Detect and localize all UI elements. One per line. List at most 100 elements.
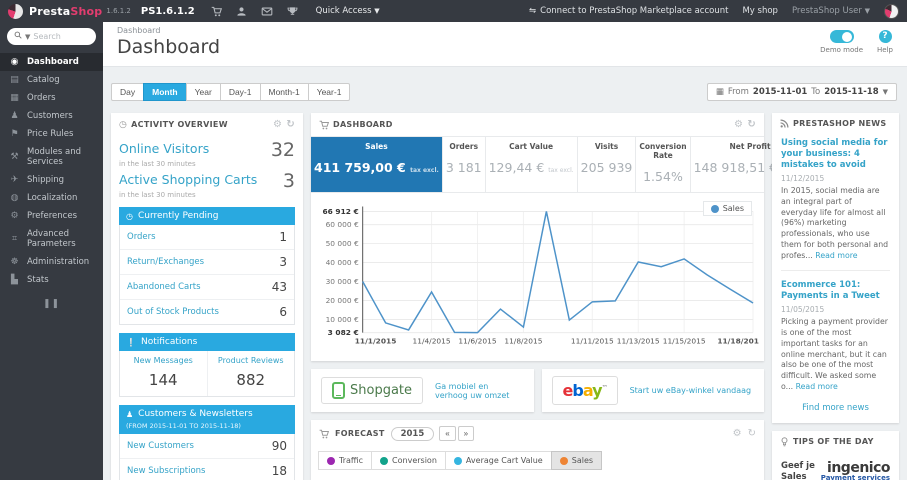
kpi-sales[interactable]: Sales 411 759,00 € tax excl. xyxy=(311,137,443,192)
administration-icon: ☸ xyxy=(10,257,19,267)
ebay-link[interactable]: Start uw eBay-winkel vandaag xyxy=(630,386,752,395)
cart-icon[interactable] xyxy=(211,6,222,17)
version-label: PS1.6.1.2 xyxy=(140,5,195,17)
refresh-icon[interactable]: ↻ xyxy=(286,119,295,130)
trophy-icon[interactable] xyxy=(287,6,298,17)
svg-text:66 912 €: 66 912 € xyxy=(322,207,358,216)
find-more-news-link[interactable]: Find more news xyxy=(781,403,890,413)
forecast-next-button[interactable]: » xyxy=(457,426,475,441)
sidebar-item-stats[interactable]: ▙ Stats xyxy=(0,271,103,289)
kpi-visits[interactable]: Visits 205 939 xyxy=(578,137,637,192)
forecast-year-pill[interactable]: 2015 xyxy=(390,426,435,441)
sidebar-item-label: Catalog xyxy=(27,75,60,85)
sales-dot xyxy=(559,456,568,465)
demo-mode-label: Demo mode xyxy=(820,46,864,54)
forecast-sales-toggle[interactable]: Sales xyxy=(550,451,603,470)
sidebar-search[interactable]: ▼ xyxy=(7,28,96,45)
kpi-conversion-rate[interactable]: Conversion Rate 1.54% xyxy=(636,137,691,192)
my-shop-link[interactable]: My shop xyxy=(742,6,777,16)
chevron-down-icon[interactable]: ▼ xyxy=(25,33,30,41)
customers-row-new-subscriptions[interactable]: New Subscriptions 18 xyxy=(120,459,294,480)
customers-row-new-customers[interactable]: New Customers 90 xyxy=(120,434,294,459)
modules-icon: ⚒ xyxy=(10,152,19,162)
gear-icon[interactable]: ⚙ xyxy=(733,428,742,439)
shopgate-promo-panel: Shopgate Ga mobiel en verhoog uw omzet xyxy=(311,369,534,412)
user-menu[interactable]: PrestaShop User ▼ xyxy=(792,6,870,16)
read-more-link[interactable]: Read more xyxy=(796,382,838,391)
filter-month-button[interactable]: Month xyxy=(143,83,187,101)
avatar[interactable] xyxy=(884,3,899,19)
sidebar-item-administration[interactable]: ☸ Administration xyxy=(0,253,103,271)
forecast-traffic-toggle[interactable]: Traffic xyxy=(318,451,373,470)
dashboard-panel: DASHBOARD ⚙ ↻ Sales 411 759,00 € tax excl… xyxy=(311,113,806,361)
customer-icon[interactable] xyxy=(236,6,247,17)
filter-year-1-button[interactable]: Year-1 xyxy=(307,83,351,101)
pending-row-returns[interactable]: Return/Exchanges 3 xyxy=(120,250,294,275)
svg-text:60 000 €: 60 000 € xyxy=(326,220,359,229)
read-more-link[interactable]: Read more xyxy=(815,251,857,260)
sidebar-item-customers[interactable]: ♟ Customers xyxy=(0,107,103,125)
sidebar-item-preferences[interactable]: ⚙ Preferences xyxy=(0,207,103,225)
search-input[interactable] xyxy=(33,32,86,41)
forecast-conversion-toggle[interactable]: Conversion xyxy=(371,451,446,470)
chevron-down-icon: ▼ xyxy=(864,7,870,15)
sidebar-item-label: Customers xyxy=(27,111,73,121)
refresh-icon[interactable]: ↻ xyxy=(748,428,756,439)
sidebar-item-catalog[interactable]: ▤ Catalog xyxy=(0,71,103,89)
kpi-orders[interactable]: Orders 3 181 xyxy=(443,137,486,192)
gear-icon[interactable]: ⚙ xyxy=(734,119,743,130)
date-range-picker[interactable]: ▦ From 2015-11-01 To 2015-11-18 ▼ xyxy=(706,83,897,101)
shopgate-link[interactable]: Ga mobiel en verhoog uw omzet xyxy=(435,382,523,400)
refresh-icon[interactable]: ↻ xyxy=(747,119,756,130)
advanced-parameters-icon: ⌗ xyxy=(11,234,18,244)
product-reviews-cell[interactable]: Product Reviews 882 xyxy=(206,351,295,396)
ebay-logo: ebay™ xyxy=(551,376,618,405)
sidebar-item-orders[interactable]: ▦ Orders xyxy=(0,89,103,107)
news-article: Using social media for your business: 4 … xyxy=(781,138,890,261)
new-messages-cell[interactable]: New Messages 144 xyxy=(120,351,207,396)
pending-row-out-of-stock[interactable]: Out of Stock Products 6 xyxy=(120,300,294,324)
online-visitors-link[interactable]: Online Visitors xyxy=(119,141,209,156)
kpi-cart-value[interactable]: Cart Value 129,44 € tax excl. xyxy=(486,137,578,192)
pending-row-abandoned-carts[interactable]: Abandoned Carts 43 xyxy=(120,275,294,300)
filter-month-1-button[interactable]: Month-1 xyxy=(259,83,309,101)
sidebar-item-localization[interactable]: ◍ Localization xyxy=(0,189,103,207)
sidebar-item-price-rules[interactable]: ⚑ Price Rules xyxy=(0,125,103,143)
ebay-promo-panel: ebay™ Start uw eBay-winkel vandaag xyxy=(541,369,764,412)
forecast-prev-button[interactable]: « xyxy=(439,426,456,441)
sidebar-item-dashboard[interactable]: ◉ Dashboard xyxy=(0,53,103,71)
ebay-letter: a xyxy=(582,381,593,400)
customers-newsletters-range: (FROM 2015-11-01 TO 2015-11-18) xyxy=(119,422,295,434)
gear-icon[interactable]: ⚙ xyxy=(273,119,282,130)
sidebar-item-modules[interactable]: ⚒ Modules and Services xyxy=(0,143,103,171)
sidebar-item-label: Preferences xyxy=(27,211,77,221)
filter-day-button[interactable]: Day xyxy=(111,83,145,101)
chart-legend: Sales xyxy=(702,201,752,216)
version-small: 1.6.1.2 xyxy=(106,7,131,15)
marketplace-connect-link[interactable]: ⇋ Connect to PrestaShop Marketplace accou… xyxy=(529,6,728,16)
chevron-down-icon: ▼ xyxy=(882,88,888,96)
active-carts-subtitle: in the last 30 minutes xyxy=(119,191,196,199)
activity-clock-icon: ◷ xyxy=(119,119,128,130)
sidebar-item-advanced-parameters[interactable]: ⌗ Advanced Parameters xyxy=(0,225,103,253)
prestashop-logo-icon xyxy=(8,3,23,19)
forecast-average-cart-value-toggle[interactable]: Average Cart Value xyxy=(444,451,552,470)
date-filter-row: Day Month Year Day-1 Month-1 Year-1 ▦ Fr… xyxy=(111,83,897,101)
svg-text:11/1/2015: 11/1/2015 xyxy=(355,337,397,346)
brand-shop: Shop xyxy=(70,4,103,18)
news-article-title[interactable]: Ecommerce 101: Payments in a Tweet xyxy=(781,280,890,302)
news-article-title[interactable]: Using social media for your business: 4 … xyxy=(781,138,890,171)
quick-access-menu[interactable]: Quick Access ▼ xyxy=(316,6,380,16)
filter-year-button[interactable]: Year xyxy=(185,83,221,101)
pending-row-orders[interactable]: Orders 1 xyxy=(120,225,294,250)
page-title: Dashboard xyxy=(117,36,221,58)
active-carts-link[interactable]: Active Shopping Carts xyxy=(119,172,257,187)
filter-day-1-button[interactable]: Day-1 xyxy=(219,83,261,101)
help-icon[interactable]: ? xyxy=(878,30,892,43)
chevron-down-icon: ▼ xyxy=(374,7,380,15)
news-article: Ecommerce 101: Payments in a Tweet 11/05… xyxy=(781,280,890,392)
sidebar-item-shipping[interactable]: ✈ Shipping xyxy=(0,171,103,189)
demo-mode-toggle[interactable] xyxy=(829,30,854,43)
mail-icon[interactable] xyxy=(261,6,273,17)
sidebar-collapse-button[interactable]: ❚❚ xyxy=(0,299,103,309)
